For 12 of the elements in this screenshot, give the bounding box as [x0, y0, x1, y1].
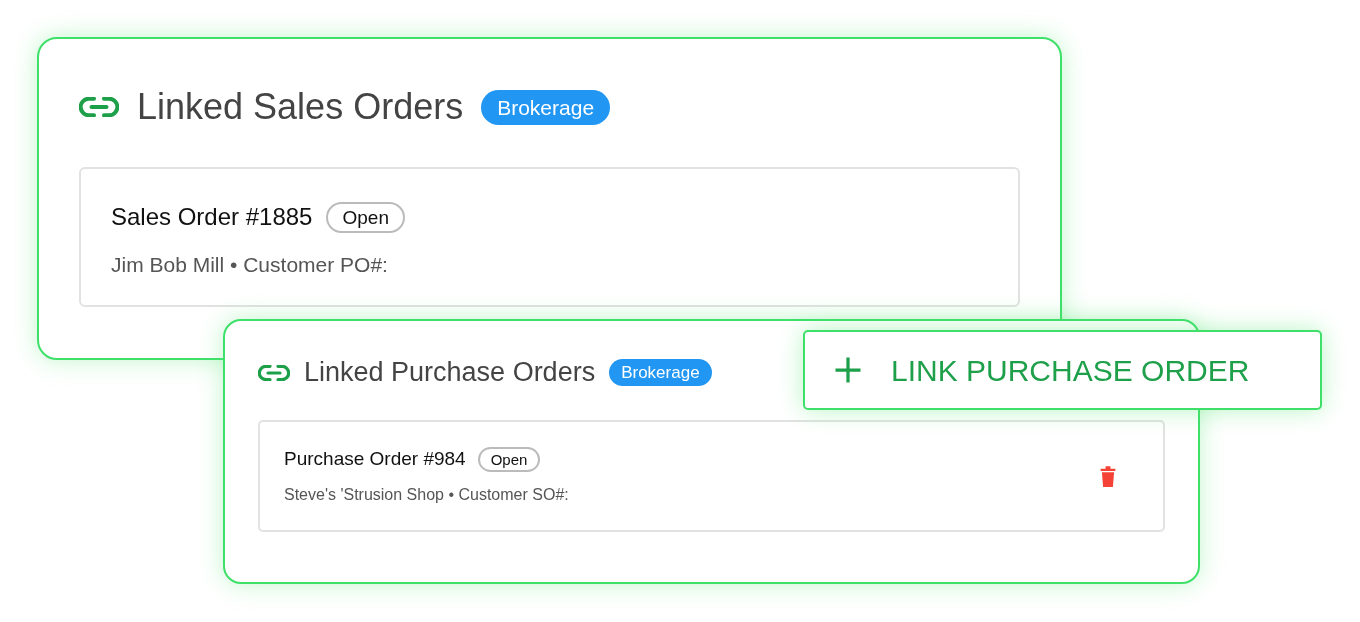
- order-card[interactable]: Sales Order #1885 Open Jim Bob Mill • Customer PO#:: [79, 167, 1020, 307]
- panel-title: Linked Sales Orders: [137, 89, 464, 125]
- brokerage-badge: Brokerage: [481, 89, 611, 125]
- brokerage-badge: Brokerage: [609, 359, 712, 386]
- status-badge: Open: [326, 201, 405, 233]
- order-card[interactable]: Purchase Order #984 Open Steve's 'Strusion Shop • Customer SO#:: [258, 420, 1165, 532]
- status-badge: Open: [477, 446, 541, 472]
- order-details: Steve's 'Strusion Shop • Customer SO#:: [284, 485, 569, 506]
- order-details: Jim Bob Mill • Customer PO#:: [111, 252, 389, 278]
- order-title: Purchase Order #984: [284, 446, 466, 471]
- order-title: Sales Order #1885: [111, 202, 313, 232]
- panel-title: Linked Purchase Orders: [304, 359, 596, 386]
